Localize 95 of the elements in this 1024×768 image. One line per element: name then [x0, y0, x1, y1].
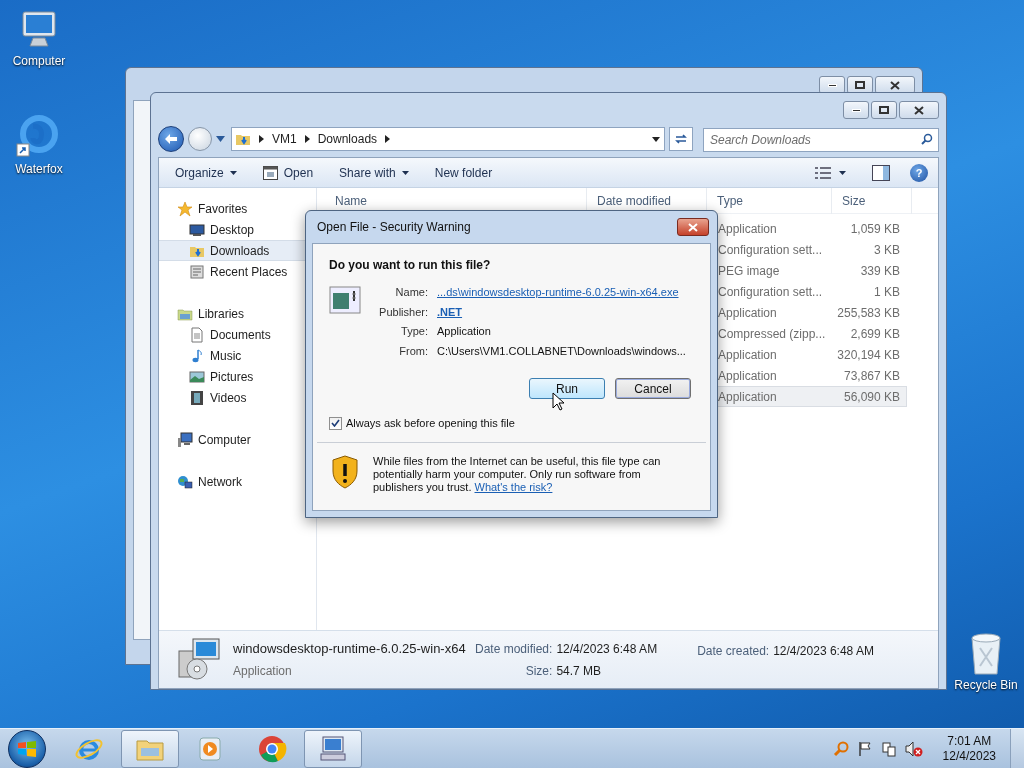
file-name: windowsdesktop-runtime-6.0.25-win-x64 — [233, 640, 467, 659]
close-icon — [688, 222, 698, 232]
field-label: Name: — [394, 285, 428, 300]
cursor-icon — [552, 392, 564, 411]
warning-text: While files from the Internet can be useful, this file type can potentially harm your computer. Only run software from publishers you trust. What's the risk? — [373, 454, 662, 494]
caret-icon — [401, 170, 409, 175]
back-button[interactable] — [158, 126, 184, 152]
clock-date[interactable]: 12/4/2023 — [942, 748, 996, 764]
maximize-icon — [879, 106, 889, 114]
file-row[interactable]: Configuration sett... 1 KB — [717, 281, 907, 302]
field-value: Application — [437, 324, 492, 339]
desktop-icon-label[interactable]: Computer — [12, 52, 66, 70]
file-type: Application — [233, 662, 293, 680]
toolbar-button[interactable]: New folder — [428, 160, 499, 185]
computer-icon — [177, 431, 193, 448]
file-row[interactable]: Application 320,194 KB — [717, 344, 907, 365]
file-link[interactable]: ...ds\windowsdesktop-runtime-6.0.25-win-x64.exe — [437, 283, 686, 303]
back-arrow-icon — [164, 133, 178, 145]
desktop-icon — [189, 221, 205, 238]
column-header[interactable]: Size — [832, 187, 912, 214]
desktop-icon-label[interactable]: Recycle Bin — [954, 676, 1018, 694]
search-icon — [921, 133, 933, 145]
caret-icon — [839, 170, 846, 175]
taskbar-button[interactable] — [121, 729, 179, 768]
dialog-button[interactable]: Cancel — [615, 378, 691, 399]
star-icon — [177, 200, 193, 217]
browser-circle-icon — [257, 733, 287, 764]
close-icon — [914, 105, 924, 115]
minimize-icon — [827, 83, 837, 87]
file-row[interactable]: Application 255,583 KB — [717, 302, 907, 323]
search-field[interactable]: Search Downloads — [703, 128, 939, 152]
checkbox[interactable] — [329, 416, 342, 430]
file-row[interactable]: Compressed (zipp... 2,699 KB — [717, 323, 907, 344]
detail-label: Date created: — [697, 643, 770, 660]
close-icon — [890, 80, 900, 90]
breadcrumb-item[interactable]: Downloads — [317, 130, 378, 148]
detail-value: 54.7 MB — [556, 662, 603, 680]
network-icon — [177, 473, 193, 490]
dropdown-arrow-icon[interactable] — [652, 136, 660, 142]
chevron-right-icon[interactable] — [304, 135, 310, 143]
risk-link[interactable]: What's the risk? — [474, 480, 553, 493]
detail-label: Size: — [524, 662, 553, 680]
installer-icon — [177, 636, 223, 683]
windows-logo-icon — [17, 739, 37, 758]
field-value: C:\Users\VM1.COLLABNET\Downloads\windows... — [437, 343, 686, 359]
application-icon — [329, 286, 361, 314]
clock-time[interactable]: 7:01 AM — [947, 733, 992, 749]
start-button[interactable] — [8, 729, 46, 768]
detail-label: Date modified: — [475, 640, 553, 658]
speaker-muted-icon[interactable] — [904, 740, 923, 757]
maximize-button[interactable] — [871, 101, 897, 119]
toolbar-button[interactable]: Open — [256, 160, 320, 185]
toolbar-button[interactable]: Share with — [333, 160, 415, 185]
field-label: Type: — [400, 324, 428, 339]
file-row[interactable]: Application 1,059 KB — [717, 218, 907, 239]
video-icon — [189, 389, 205, 406]
file-link[interactable]: .NET — [437, 302, 686, 322]
dialog-button[interactable]: Run — [529, 378, 605, 399]
preview-pane-button[interactable] — [872, 164, 890, 181]
monitor-keyboard-icon — [318, 733, 348, 764]
network-icon[interactable] — [880, 740, 897, 757]
close-button[interactable] — [899, 101, 939, 119]
list-view-icon — [815, 166, 831, 179]
desktop-icon-label[interactable]: Waterfox — [15, 160, 63, 178]
file-row[interactable]: PEG image 339 KB — [717, 260, 907, 281]
close-button[interactable] — [677, 218, 709, 236]
field-label: From: — [398, 343, 428, 359]
minimize-icon — [851, 108, 861, 112]
detail-value: 12/4/2023 6:48 AM — [556, 640, 658, 658]
dialog-title: Open File - Security Warning — [317, 219, 471, 236]
detail-value: 12/4/2023 6:48 AM — [773, 643, 874, 660]
recent-icon — [189, 263, 205, 280]
check-icon — [331, 419, 340, 428]
breadcrumb-item[interactable]: VM1 — [272, 130, 297, 148]
refresh-button[interactable] — [669, 127, 693, 151]
file-row[interactable]: Application 73,867 KB — [717, 365, 907, 386]
field-label: Publisher: — [378, 304, 428, 320]
address-bar[interactable]: VM1 Downloads — [231, 127, 665, 151]
file-row[interactable]: Configuration sett... 3 KB — [717, 239, 907, 260]
toolbar-button[interactable]: Organize — [169, 160, 243, 185]
flag-icon[interactable] — [856, 740, 873, 757]
warning-shield-icon — [331, 454, 359, 489]
picture-icon — [189, 368, 205, 385]
checkbox-label: Always ask before opening this file — [346, 416, 515, 431]
chevron-right-icon[interactable] — [385, 135, 391, 143]
maximize-icon — [855, 81, 865, 89]
window-icon — [262, 165, 278, 180]
file-row[interactable]: Application 56,090 KB — [717, 386, 907, 407]
chevron-right-icon[interactable] — [259, 135, 264, 143]
nav-item[interactable]: Favorites — [159, 198, 316, 219]
refresh-icon — [674, 133, 688, 145]
document-icon — [189, 326, 205, 343]
taskbar-button[interactable] — [304, 729, 362, 768]
caret-icon — [229, 170, 237, 175]
dialog-question: Do you want to run this file? — [329, 257, 492, 274]
